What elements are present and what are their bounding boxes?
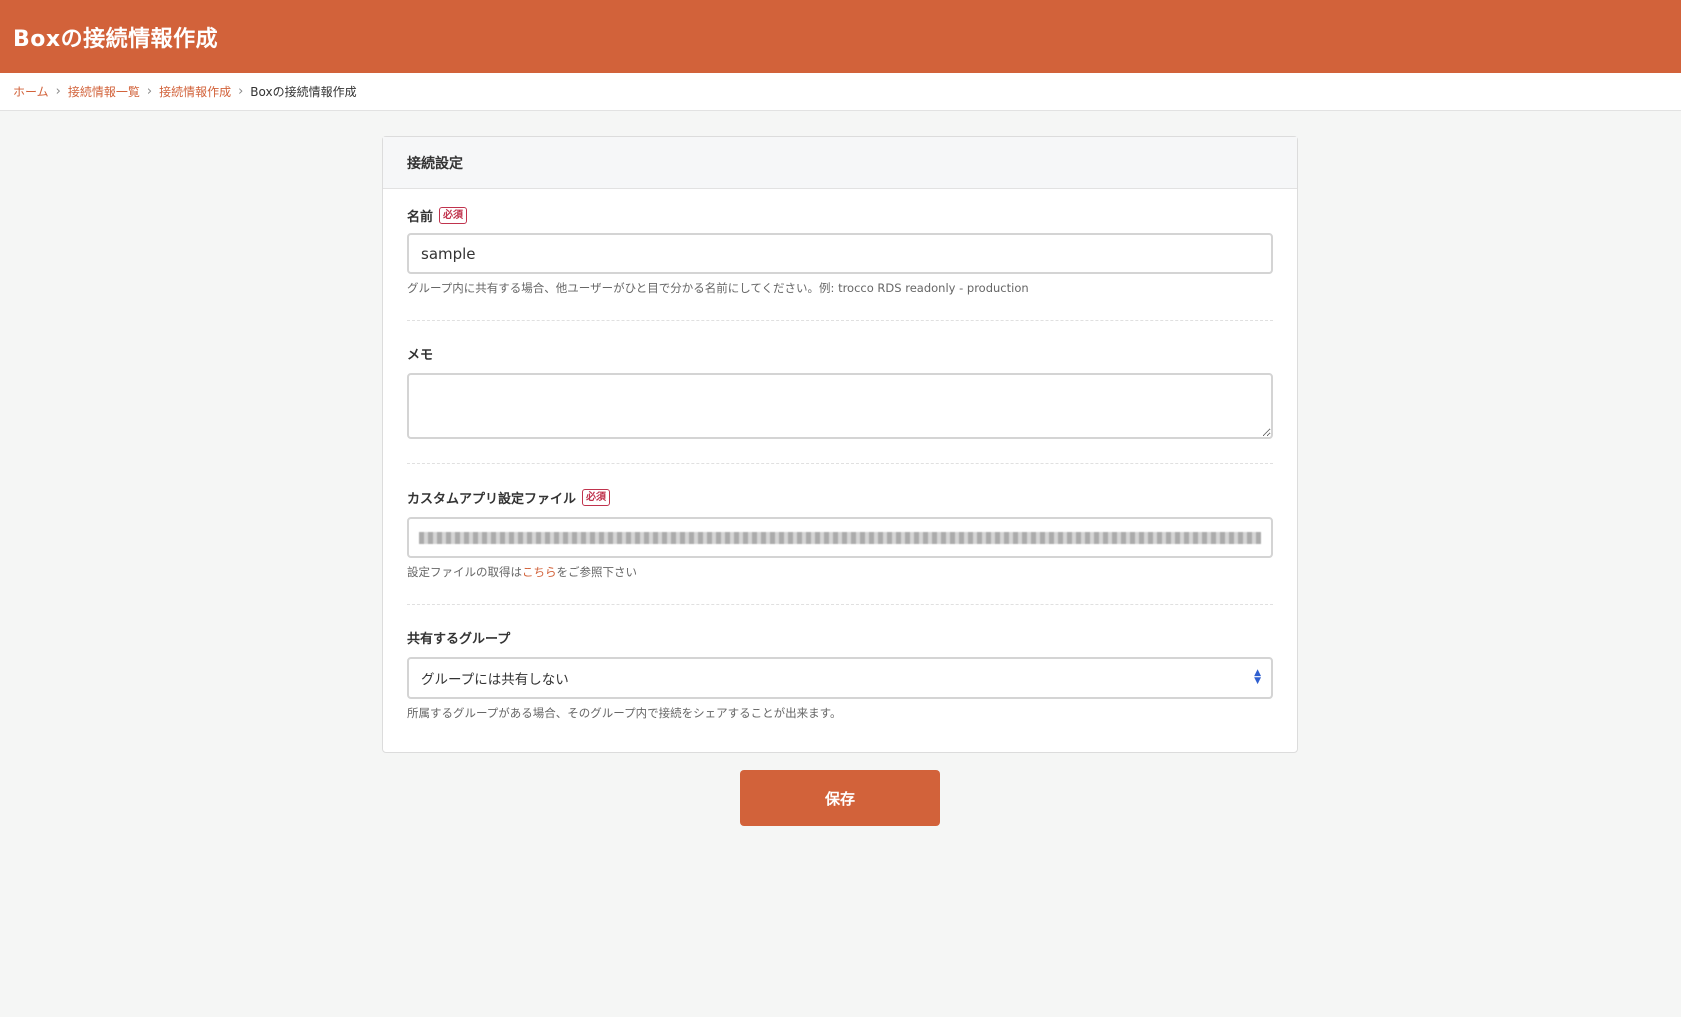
config-file-label-row: カスタムアプリ設定ファイル 必須 [407,488,1273,507]
name-field: 名前 必須 グループ内に共有する場合、他ユーザーがひと目で分かる名前にしてくださ… [407,189,1273,296]
memo-textarea[interactable] [407,373,1273,439]
group-field: 共有するグループ グループには共有しない ▲ ▼ 所属するグループがある場合、その… [407,605,1273,721]
group-label-row: 共有するグループ [407,628,1273,647]
name-label: 名前 [407,210,434,225]
chevron-right-icon: › [55,84,61,99]
name-input[interactable] [407,233,1273,274]
breadcrumb-create-link[interactable]: 接続情報作成 [159,83,231,100]
required-badge: 必須 [582,489,611,506]
config-file-help-after: をご参照下さい [556,565,638,579]
config-file-label: カスタムアプリ設定ファイル [407,492,577,507]
select-arrows-icon: ▲ ▼ [1254,668,1261,686]
required-badge: 必須 [439,207,468,224]
config-file-help-text: 設定ファイルの取得はこちらをご参照下さい [407,564,1273,580]
memo-field: メモ [407,321,1273,443]
memo-label-row: メモ [407,344,1273,363]
chevron-right-icon: › [238,84,244,99]
group-select[interactable]: グループには共有しない ▲ ▼ [407,657,1273,699]
connection-settings-card: 接続設定 名前 必須 グループ内に共有する場合、他ユーザーがひと目で分かる名前に… [382,136,1298,753]
config-file-field: カスタムアプリ設定ファイル 必須 設定ファイルの取得はこちらをご参照下さい [407,464,1273,580]
breadcrumb-connections-link[interactable]: 接続情報一覧 [68,83,140,100]
config-file-input[interactable] [407,517,1273,558]
group-select-value: グループには共有しない [421,672,569,688]
redacted-file-content [419,531,1261,544]
config-file-help-before: 設定ファイルの取得は [407,565,522,579]
card-title: 接続設定 [383,137,1297,189]
name-help-text: グループ内に共有する場合、他ユーザーがひと目で分かる名前にしてください。例: t… [407,281,1029,295]
save-button[interactable]: 保存 [740,770,940,826]
breadcrumb-current: Boxの接続情報作成 [250,85,357,99]
chevron-right-icon: › [146,84,153,99]
breadcrumb: ホーム › 接続情報一覧 › 接続情報作成 › Boxの接続情報作成 [0,73,1681,111]
breadcrumb-home-link[interactable]: ホーム [13,83,49,100]
config-file-help-link[interactable]: こちら [522,565,557,579]
top-header: Boxの接続情報作成 [0,0,1681,73]
page-title: Boxの接続情報作成 [13,26,219,52]
group-help-text: 所属するグループがある場合、そのグループ内で接続をシェアすることが出来ます。 [407,706,842,720]
name-label-row: 名前 必須 [407,206,1273,225]
memo-label: メモ [407,348,434,363]
group-label: 共有するグループ [407,632,511,647]
